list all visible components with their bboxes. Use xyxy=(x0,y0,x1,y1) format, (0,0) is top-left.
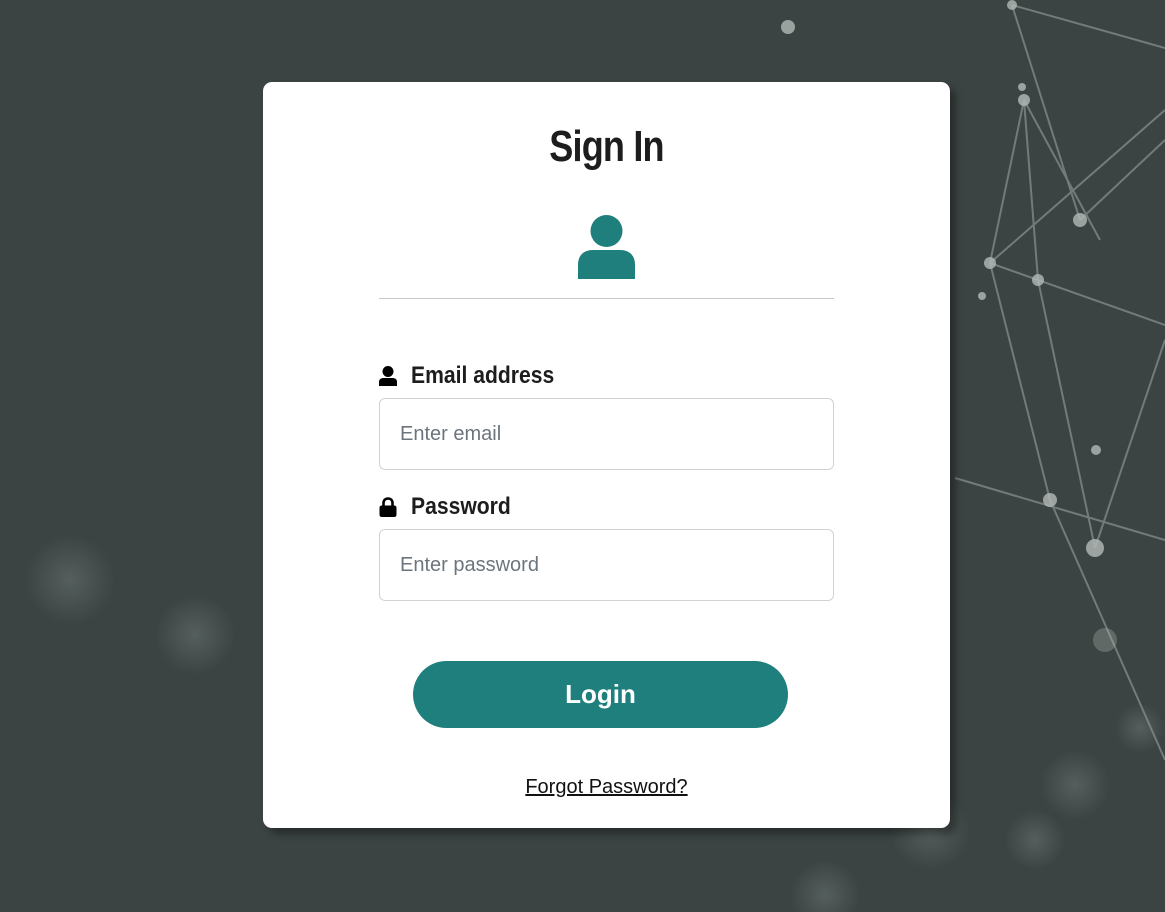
password-label: Password xyxy=(379,492,524,522)
lock-icon xyxy=(379,497,397,517)
user-icon xyxy=(379,366,397,386)
user-avatar-icon xyxy=(578,215,635,279)
divider xyxy=(379,298,834,299)
email-input[interactable] xyxy=(379,398,834,470)
password-label-text: Password xyxy=(411,493,511,520)
forgot-password-link[interactable]: Forgot Password? xyxy=(263,776,950,799)
email-label-text: Email address xyxy=(411,362,555,389)
page-title: Sign In xyxy=(549,122,664,171)
login-button[interactable]: Login xyxy=(413,661,788,728)
signin-card: Sign In Email address Password Login For… xyxy=(263,82,950,828)
email-label: Email address xyxy=(379,361,574,391)
password-input[interactable] xyxy=(379,529,834,601)
